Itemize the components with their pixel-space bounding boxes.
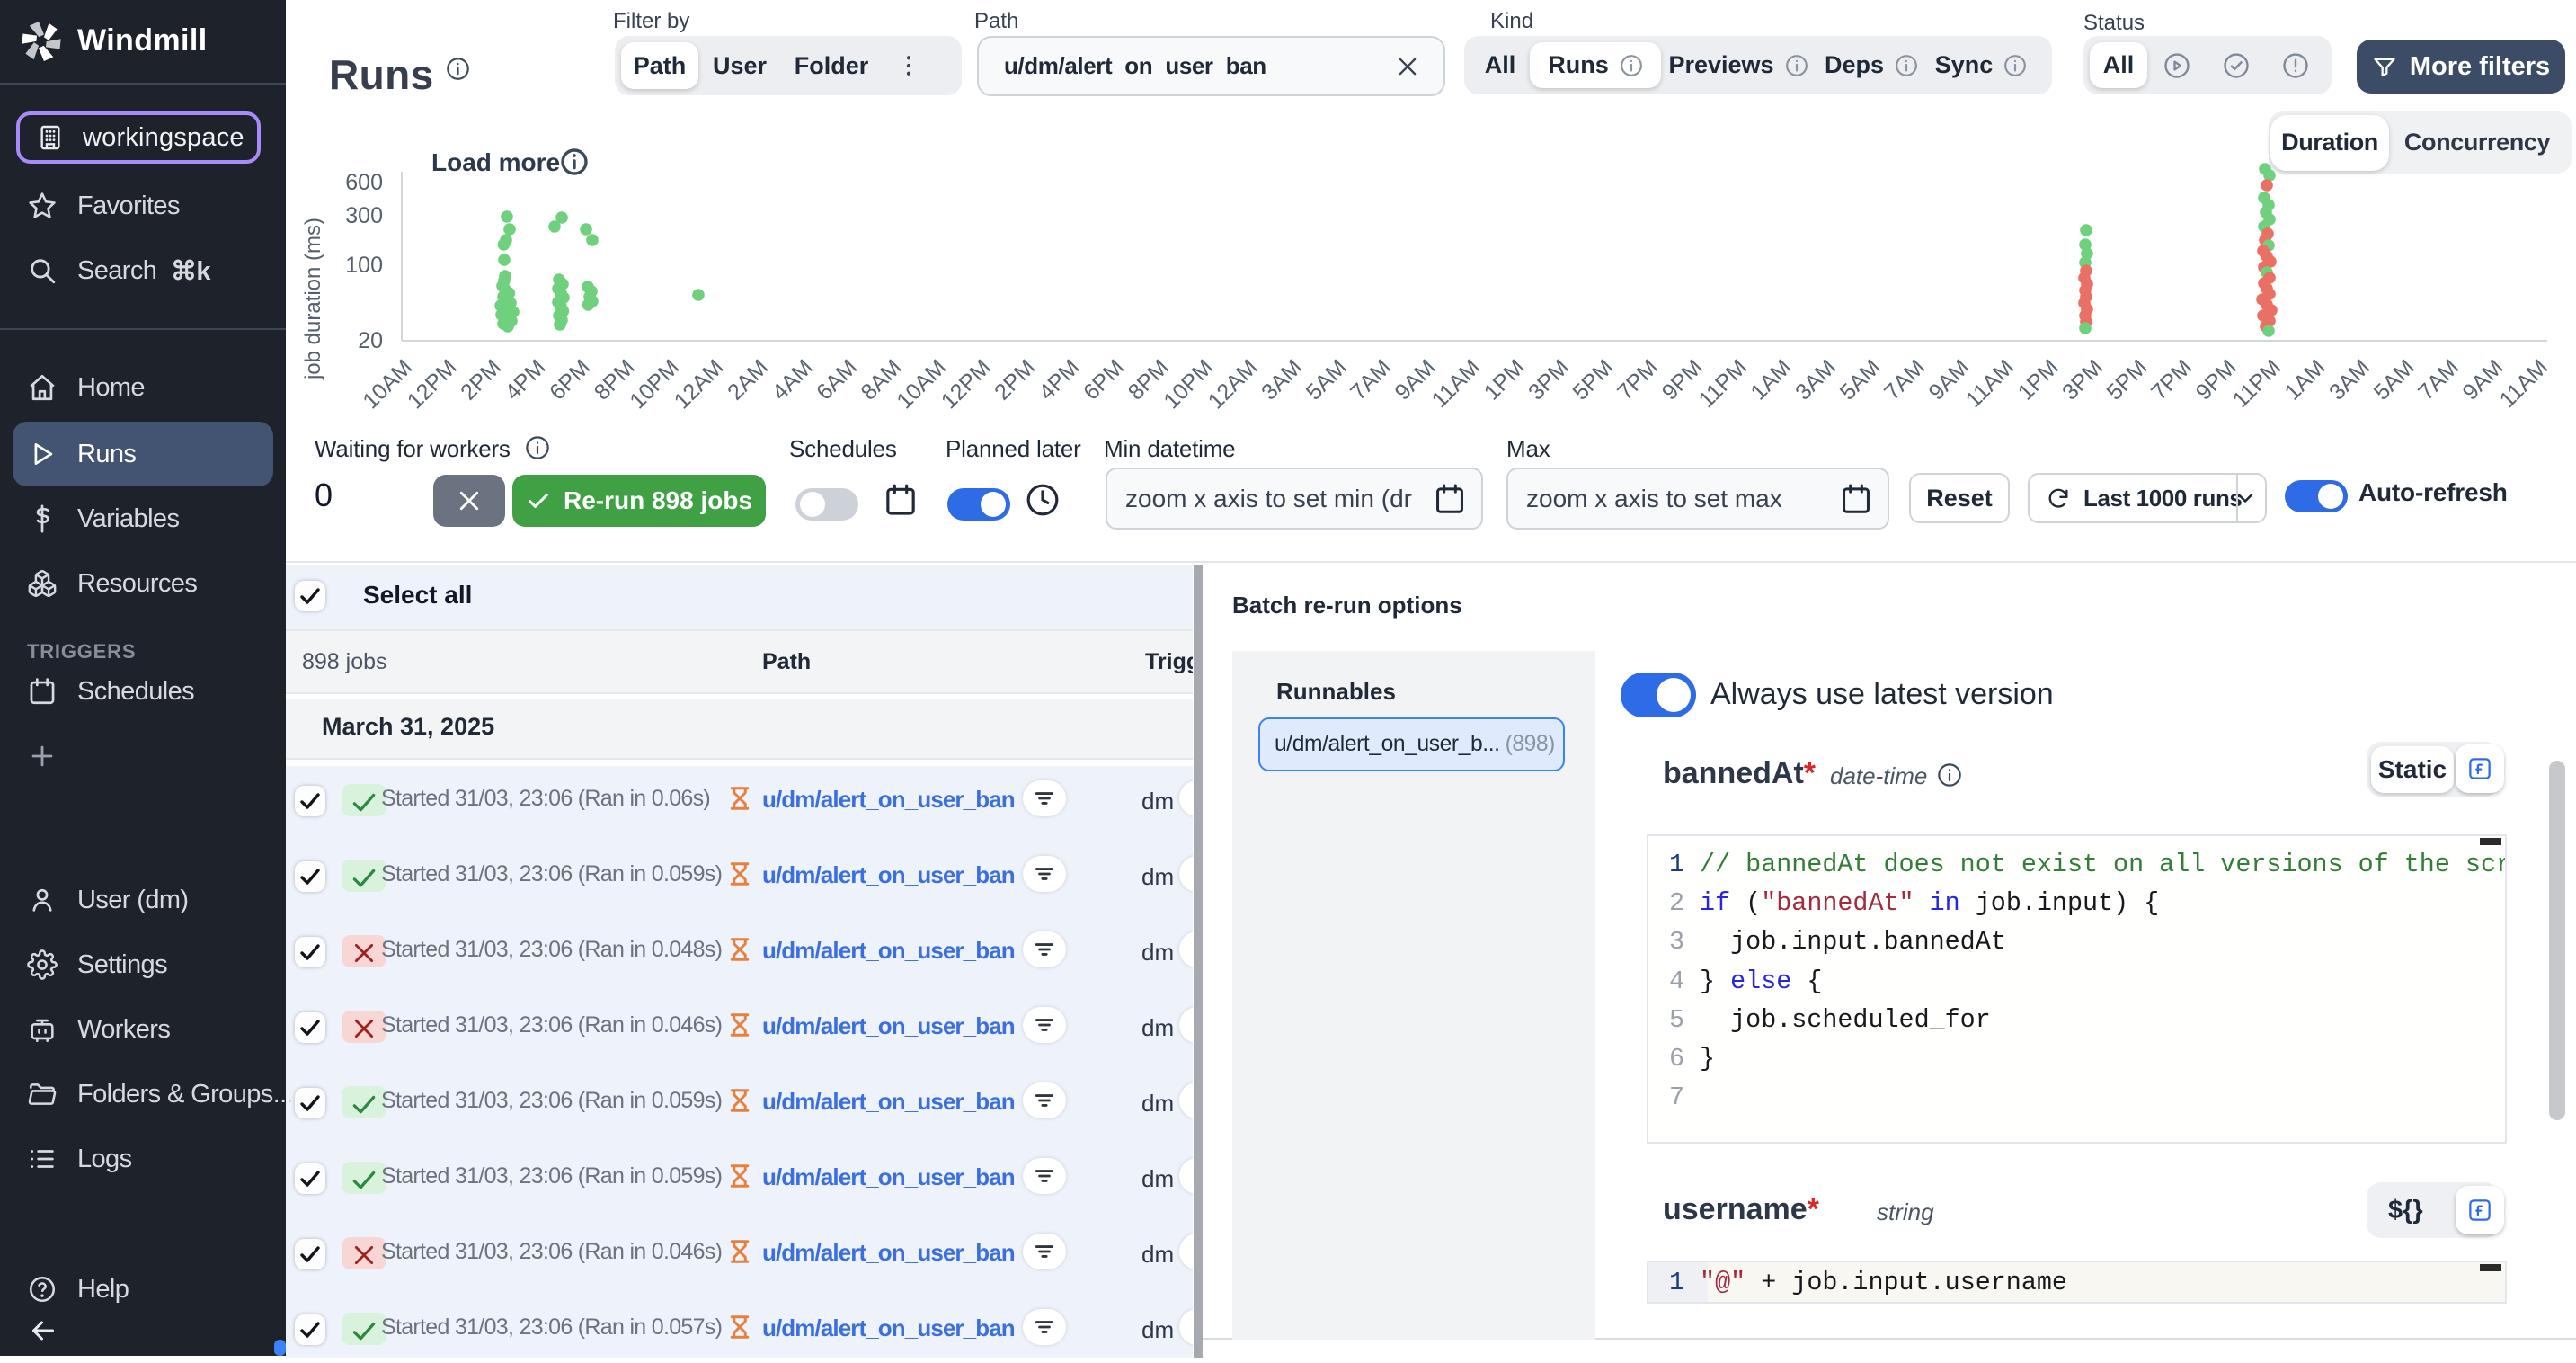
svg-text:7AM: 7AM: [1346, 354, 1396, 405]
svg-text:2PM: 2PM: [456, 354, 506, 405]
svg-text:4PM: 4PM: [500, 354, 550, 405]
svg-text:7AM: 7AM: [2413, 354, 2464, 405]
svg-text:12PM: 12PM: [937, 354, 996, 414]
svg-text:6AM: 6AM: [812, 354, 862, 405]
svg-text:11PM: 11PM: [1694, 354, 1753, 413]
svg-text:1AM: 1AM: [2279, 354, 2330, 405]
svg-text:5AM: 5AM: [2369, 354, 2420, 405]
svg-text:7PM: 7PM: [2146, 354, 2197, 405]
svg-text:10PM: 10PM: [625, 354, 684, 414]
svg-text:3PM: 3PM: [1523, 354, 1574, 405]
svg-text:100: 100: [345, 253, 383, 278]
svg-text:5AM: 5AM: [1835, 354, 1886, 405]
svg-text:11AM: 11AM: [1427, 354, 1486, 413]
svg-text:3PM: 3PM: [2057, 354, 2108, 405]
svg-text:1PM: 1PM: [2013, 354, 2064, 405]
svg-text:3AM: 3AM: [1790, 354, 1841, 405]
svg-text:6PM: 6PM: [1079, 354, 1129, 405]
svg-text:2PM: 2PM: [990, 354, 1040, 405]
svg-text:20: 20: [358, 328, 383, 353]
svg-text:3AM: 3AM: [1257, 354, 1307, 405]
svg-text:7AM: 7AM: [1879, 354, 1930, 405]
svg-text:Load more: Load more: [431, 148, 560, 176]
svg-text:7PM: 7PM: [1612, 354, 1663, 405]
svg-text:job duration (ms): job duration (ms): [301, 218, 325, 380]
svg-text:12PM: 12PM: [403, 354, 462, 414]
svg-text:12AM: 12AM: [670, 354, 729, 414]
svg-text:6PM: 6PM: [545, 354, 595, 405]
svg-text:11AM: 11AM: [1961, 354, 2020, 413]
svg-text:5PM: 5PM: [2101, 354, 2152, 405]
svg-text:600: 600: [345, 170, 383, 195]
svg-text:4PM: 4PM: [1034, 354, 1084, 405]
svg-text:10AM: 10AM: [892, 354, 951, 414]
svg-text:10PM: 10PM: [1159, 354, 1218, 414]
svg-text:5PM: 5PM: [1568, 354, 1618, 405]
svg-text:10AM: 10AM: [358, 354, 417, 414]
svg-text:2AM: 2AM: [723, 354, 773, 405]
svg-text:5AM: 5AM: [1301, 354, 1352, 405]
svg-text:11AM: 11AM: [2495, 354, 2554, 413]
svg-text:3AM: 3AM: [2324, 354, 2375, 405]
svg-text:1PM: 1PM: [1479, 354, 1530, 405]
svg-text:4AM: 4AM: [768, 354, 818, 405]
svg-text:11PM: 11PM: [2228, 354, 2287, 413]
svg-text:1AM: 1AM: [1745, 354, 1796, 405]
svg-text:12AM: 12AM: [1204, 354, 1263, 414]
svg-text:300: 300: [345, 203, 383, 228]
